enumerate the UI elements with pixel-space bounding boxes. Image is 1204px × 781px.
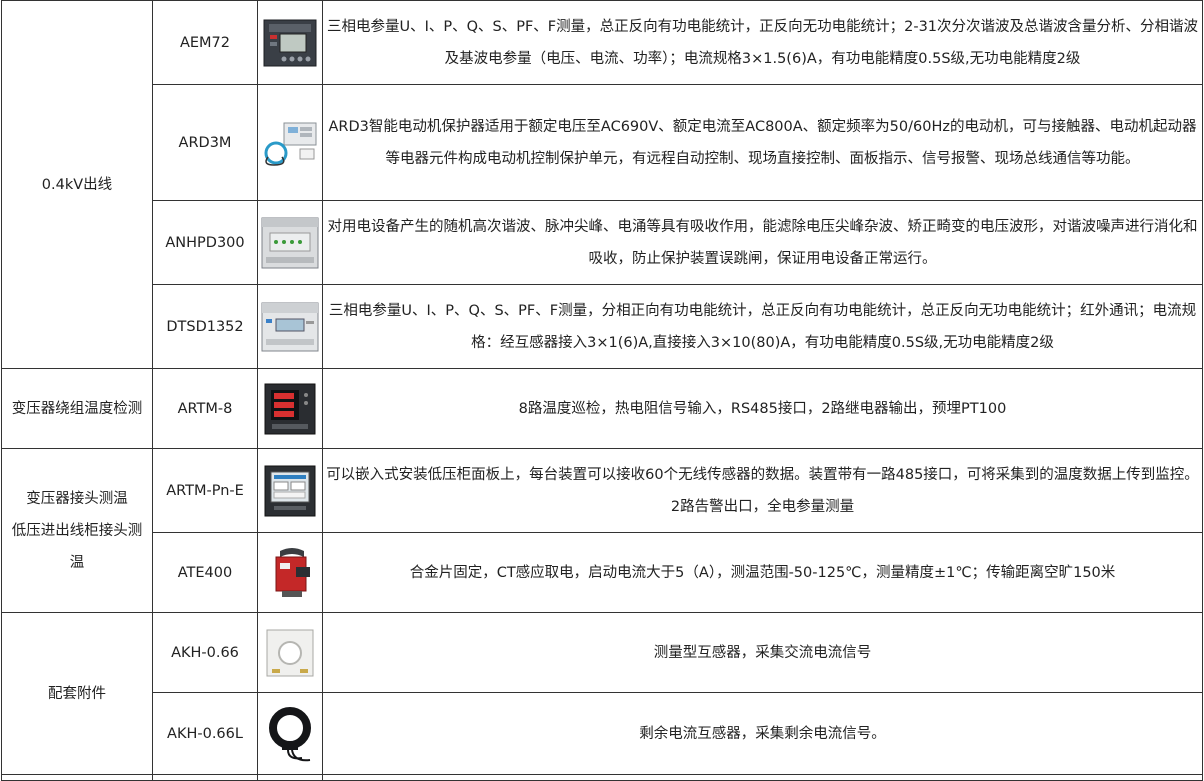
description-cell: 三相电参量U、I、P、Q、S、PF、F测量，总正反向有功电能统计，正反向无功电能… bbox=[322, 0, 1203, 85]
current-transformer-icon bbox=[257, 612, 323, 693]
model-cell: ANHPD300 bbox=[152, 200, 258, 285]
multifunction-meter-icon bbox=[257, 0, 323, 85]
table-row: 配套附件 AKH-0.66 测量型互感器，采集交流电流信号 bbox=[1, 612, 1203, 775]
description-cell: 剩余电流互感器，采集剩余电流信号。 bbox=[322, 692, 1203, 775]
table-row: DTSD1352 三相电参量U、I、P、Q、S、PF、F测量，分相正向有功电能统… bbox=[2, 284, 1203, 369]
model-cell: ARTM-Pn-E bbox=[152, 448, 258, 533]
description-cell: 合金片固定，CT感应取电，启动电流大于5（A），测温范围-50-125℃，测量精… bbox=[322, 532, 1203, 613]
motor-protector-icon bbox=[257, 84, 323, 201]
description-cell: 可以嵌入式安装低压柜面板上，每台装置可以接收60个无线传感器的数据。装置带有一路… bbox=[322, 448, 1203, 533]
harmonic-protector-icon bbox=[257, 200, 323, 285]
residual-current-transformer-icon bbox=[257, 692, 323, 775]
category-cell: 0.4kV出线 bbox=[1, 0, 153, 369]
category-cell bbox=[1, 774, 153, 781]
category-line: 变压器接头测温 bbox=[26, 490, 128, 507]
model-cell: ARD3M bbox=[152, 84, 258, 201]
table-row: ARD3M ARD3智能电动机保护器适用于额定电压至AC690V、额定电流至AC… bbox=[2, 84, 1203, 201]
model-cell: ARTM-8 bbox=[152, 368, 258, 449]
wireless-temp-sensor-icon bbox=[257, 532, 323, 613]
description-cell: 8路温度巡检，热电阻信号输入，RS485接口，2路继电器输出，预埋PT100 bbox=[322, 368, 1203, 449]
image-cell bbox=[257, 774, 323, 781]
table-row: AKH-0.66L 剩余电流互感器，采集剩余电流信号。 bbox=[2, 692, 1203, 775]
description-cell bbox=[322, 774, 1203, 781]
table-row: ANHPD300 对用电设备产生的随机高次谐波、脉冲尖峰、电涌等具有吸收作用，能… bbox=[2, 200, 1203, 285]
description-cell: 对用电设备产生的随机高次谐波、脉冲尖峰、电涌等具有吸收作用，能滤除电压尖峰杂波、… bbox=[322, 200, 1203, 285]
table-row: 变压器接头测温 低压进出线柜接头测 温 ARTM-Pn-E 可以嵌入式安装低压柜… bbox=[1, 448, 1203, 613]
category-cell: 变压器接头测温 低压进出线柜接头测 温 bbox=[1, 448, 153, 613]
table-row: 变压器绕组温度检测 ARTM-8 8路温度巡检，热电阻信号输入，RS485接口，… bbox=[1, 368, 1203, 449]
category-cell: 配套附件 bbox=[1, 612, 153, 775]
wireless-temp-display-icon bbox=[257, 448, 323, 533]
model-cell: AKH-0.66 bbox=[152, 612, 258, 693]
model-cell bbox=[152, 774, 258, 781]
category-line: 温 bbox=[69, 554, 85, 571]
model-cell: AEM72 bbox=[152, 0, 258, 85]
table-row bbox=[1, 774, 1203, 781]
temperature-monitor-icon bbox=[257, 368, 323, 449]
table-row: ATE400 合金片固定，CT感应取电，启动电流大于5（A），测温范围-50-1… bbox=[2, 532, 1203, 613]
model-cell: DTSD1352 bbox=[152, 284, 258, 369]
description-cell: 三相电参量U、I、P、Q、S、PF、F测量，分相正向有功电能统计，总正反向有功电… bbox=[322, 284, 1203, 369]
category-cell: 变压器绕组温度检测 bbox=[1, 368, 153, 449]
model-cell: ATE400 bbox=[152, 532, 258, 613]
description-cell: ARD3智能电动机保护器适用于额定电压至AC690V、额定电流至AC800A、额… bbox=[322, 84, 1203, 201]
product-spec-table: 0.4kV出线 AEM72 三相电参量U、I、P、Q、S、PF、F测量，总正反向… bbox=[1, 0, 1203, 781]
category-line: 低压进出线柜接头测 bbox=[11, 522, 143, 539]
din-rail-meter-icon bbox=[257, 284, 323, 369]
description-cell: 测量型互感器，采集交流电流信号 bbox=[322, 612, 1203, 693]
model-cell: AKH-0.66L bbox=[152, 692, 258, 775]
table-row: 0.4kV出线 AEM72 三相电参量U、I、P、Q、S、PF、F测量，总正反向… bbox=[1, 0, 1203, 369]
